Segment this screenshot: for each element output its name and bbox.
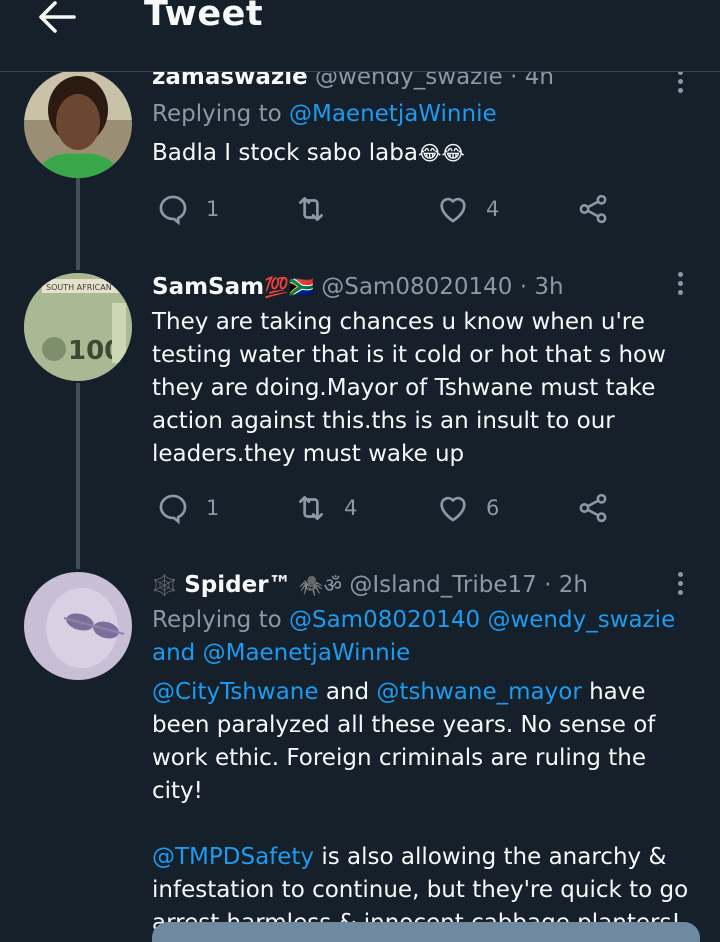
mention-link[interactable]: @MaenetjaWinnie — [289, 101, 497, 127]
author-handle[interactable]: @Sam08020140 — [321, 274, 512, 300]
like-button[interactable]: 6 — [436, 488, 499, 528]
reply-button[interactable]: 1 — [156, 488, 219, 528]
heart-icon — [440, 496, 466, 522]
header-bar: Tweet — [0, 0, 720, 72]
heart-icon — [440, 197, 466, 223]
name-prefix-emoji: 🕸️ — [152, 573, 177, 597]
mention-link[interactable]: @MaenetjaWinnie — [203, 640, 411, 666]
tweet-time[interactable]: 2h — [559, 572, 588, 598]
replying-to: Replying to @MaenetjaWinnie — [152, 98, 700, 131]
share-button[interactable] — [576, 488, 610, 528]
mention-link[interactable]: @wendy_swazie — [487, 607, 675, 633]
tweet-author-line: 🕸️ Spider™ 🕷️ॐ @Island_Tribe17 · 2h — [152, 570, 700, 600]
replying-to-label: Replying to — [152, 607, 289, 633]
back-button[interactable] — [36, 0, 76, 36]
separator: · — [536, 572, 559, 598]
reply-icon — [159, 494, 187, 525]
name-badges: 🕷️ॐ — [298, 573, 343, 597]
reply-button[interactable]: 1 — [156, 189, 219, 229]
avatar[interactable] — [24, 70, 132, 178]
retweet-button[interactable] — [294, 189, 344, 229]
reply-icon — [159, 195, 187, 226]
avatar[interactable] — [24, 572, 132, 680]
author-handle[interactable]: @Island_Tribe17 — [349, 572, 536, 598]
name-badges: 💯🇿🇦 — [264, 275, 314, 299]
arrow-left-icon — [39, 1, 76, 33]
tweet-text: @CityTshwane and @tshwane_mayor have bee… — [152, 676, 700, 808]
like-count: 6 — [486, 496, 500, 520]
page-title: Tweet — [144, 0, 264, 34]
mention-link[interactable]: @TMPDSafety — [152, 844, 314, 870]
share-icon — [579, 194, 607, 224]
replying-to-label: Replying to — [152, 101, 289, 127]
text-fragment: and — [318, 679, 377, 705]
replying-to: Replying to @Sam08020140 @wendy_swazie a… — [152, 604, 700, 670]
more-options-button[interactable] — [670, 572, 690, 598]
emoji: 😂😂 — [417, 141, 465, 165]
media-preview[interactable] — [152, 922, 700, 942]
more-vertical-icon — [677, 272, 683, 277]
mention-link[interactable]: @Sam08020140 — [289, 607, 480, 633]
author-name[interactable]: Spider™ — [184, 572, 291, 598]
tweet-text: They are taking chances u know when u're… — [152, 309, 666, 467]
like-button[interactable]: 4 — [436, 189, 499, 229]
tweet-author-line: SamSam💯🇿🇦 @Sam08020140 · 3h — [152, 272, 700, 302]
tweet-text: Badla I stock sabo laba😂😂 — [152, 137, 700, 170]
mention-link[interactable]: @CityTshwane — [152, 679, 319, 705]
share-icon — [579, 493, 607, 523]
tweet-actions: 1 4 — [152, 189, 632, 229]
reply-count: 1 — [206, 197, 220, 221]
more-options-button[interactable] — [670, 70, 690, 96]
retweet-count: 4 — [344, 496, 358, 520]
separator: · — [512, 274, 535, 300]
retweet-button[interactable]: 4 — [294, 488, 357, 528]
thread-connector — [76, 383, 80, 569]
share-button[interactable] — [576, 189, 610, 229]
mention-link[interactable]: @tshwane_mayor — [376, 679, 581, 705]
tweet-time[interactable]: 3h — [534, 274, 563, 300]
retweet-icon — [299, 496, 323, 520]
like-count: 4 — [486, 197, 500, 221]
retweet-icon — [299, 197, 323, 221]
tweet-text-content: Badla I stock sabo laba — [152, 140, 418, 166]
svg-text:SOUTH AFRICAN: SOUTH AFRICAN — [46, 283, 112, 292]
more-options-button[interactable] — [670, 272, 690, 298]
thread-connector — [76, 178, 80, 270]
avatar[interactable]: SOUTH AFRICAN 100 — [24, 273, 132, 381]
tweet-actions: 1 4 6 — [152, 488, 632, 528]
author-name[interactable]: SamSam — [152, 274, 264, 300]
reply-count: 1 — [206, 496, 220, 520]
more-vertical-icon — [677, 572, 683, 577]
mention-and[interactable]: and — [152, 640, 195, 666]
